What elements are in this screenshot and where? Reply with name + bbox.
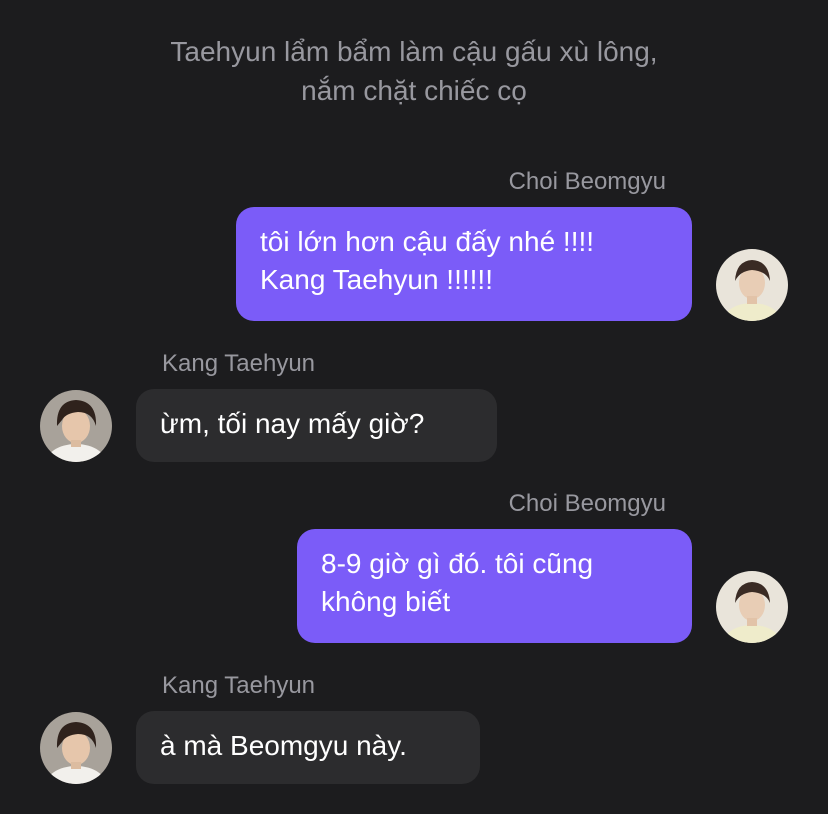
message-bubble-outgoing[interactable]: 8-9 giờ gì đó. tôi cũng không biết bbox=[297, 529, 692, 643]
message-bubble-incoming[interactable]: ừm, tối nay mấy giờ? bbox=[136, 389, 497, 462]
avatar-kang-taehyun[interactable] bbox=[40, 390, 112, 462]
sender-name: Choi Beomgyu bbox=[508, 168, 666, 195]
sender-name: Choi Beomgyu bbox=[508, 490, 666, 517]
avatar-photo-icon bbox=[716, 249, 788, 321]
avatar-photo-icon bbox=[40, 712, 112, 784]
message-bubble-outgoing[interactable]: tôi lớn hơn cậu đấy nhé !!!! Kang Taehyu… bbox=[236, 207, 692, 321]
sender-name: Kang Taehyun bbox=[162, 672, 316, 699]
avatar-kang-taehyun[interactable] bbox=[40, 712, 112, 784]
avatar-choi-beomgyu[interactable] bbox=[716, 571, 788, 643]
message-bubble-incoming[interactable]: à mà Beomgyu này. bbox=[136, 711, 480, 784]
narration-text: Taehyun lẩm bẩm làm cậu gấu xù lông, nắm… bbox=[170, 36, 658, 106]
avatar-photo-icon bbox=[40, 390, 112, 462]
avatar-choi-beomgyu[interactable] bbox=[716, 249, 788, 321]
avatar-photo-icon bbox=[716, 571, 788, 643]
sender-name: Kang Taehyun bbox=[162, 350, 316, 377]
